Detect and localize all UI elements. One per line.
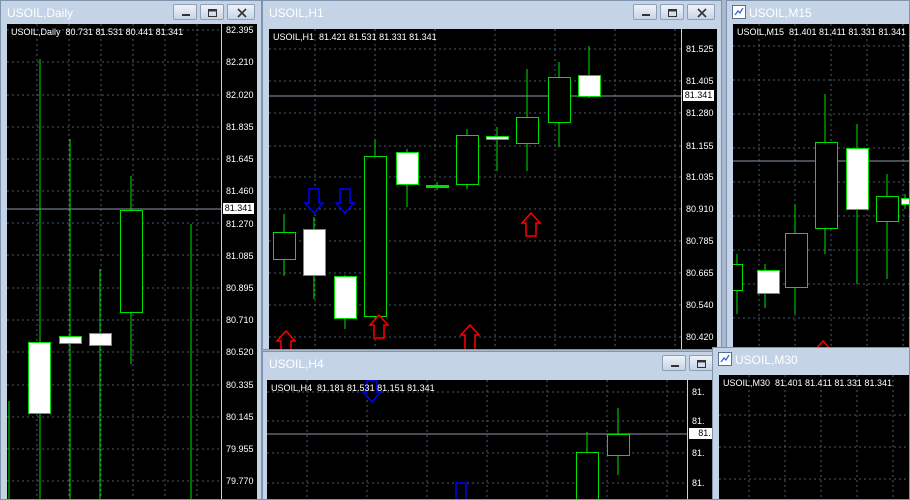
window-title: USOIL,M15 [749, 6, 812, 20]
ohlc-info: USOIL,M15 81.401 81.411 81.331 81.341 [737, 27, 906, 37]
price-tick: 81.645 [226, 154, 254, 164]
price-tick: 81.835 [226, 122, 254, 132]
chart-area-h1[interactable]: USOIL,H1 81.421 81.531 81.331 81.341 [269, 29, 681, 349]
price-tick: 80.145 [226, 412, 254, 422]
candles-m15 [733, 24, 909, 349]
price-tick: 81.155 [686, 141, 714, 151]
restore-button[interactable] [689, 355, 713, 371]
price-scale-h1: 81.525 81.405 81.280 81.155 81.035 80.91… [682, 29, 717, 349]
price-tick: 81.460 [226, 186, 254, 196]
minimize-button[interactable] [173, 4, 197, 20]
chart-area-daily[interactable]: USOIL,Daily 80.731 81.531 80.441 81.341 [7, 24, 221, 499]
price-tick: 82.210 [226, 57, 254, 67]
price-tick: 80.710 [226, 315, 254, 325]
price-tick: 81. [692, 448, 705, 458]
price-tick: 79.955 [226, 444, 254, 454]
price-tick: 82.020 [226, 90, 254, 100]
price-tick: 80.420 [686, 332, 714, 342]
price-tick: 80.895 [226, 283, 254, 293]
window-title: USOIL,Daily [7, 6, 74, 20]
price-tick: 80.335 [226, 380, 254, 390]
candles-h1 [269, 29, 681, 349]
titlebar-h1[interactable]: USOIL,H1 [263, 1, 721, 25]
price-tick: 81. [692, 416, 705, 426]
candles-h4 [267, 380, 687, 499]
candles-daily [7, 24, 221, 499]
price-tick: 80.910 [686, 204, 714, 214]
price-tick: 79.770 [226, 476, 254, 486]
price-tick: 80.665 [686, 268, 714, 278]
titlebar-m15[interactable]: USOIL,M15 [727, 1, 909, 25]
chart-window-daily[interactable]: USOIL,Daily USOIL,Daily 80.731 81.531 80… [0, 0, 262, 500]
price-tick: 81. [692, 478, 705, 488]
price-tick: 81.270 [226, 219, 254, 229]
titlebar-h4[interactable]: USOIL,H4 [263, 352, 717, 376]
chart-window-m15[interactable]: USOIL,M15 USOIL,M15 81.401 81.411 81.331… [726, 0, 910, 350]
price-tick: 81.035 [686, 172, 714, 182]
window-title: USOIL,H1 [269, 6, 324, 20]
ohlc-info: USOIL,Daily 80.731 81.531 80.441 81.341 [11, 27, 184, 37]
chart-window-icon [732, 5, 746, 24]
chart-window-h1[interactable]: USOIL,H1 USOIL,H1 81.421 81.531 81.331 8… [262, 0, 722, 350]
price-tick: 81.280 [686, 108, 714, 118]
close-button[interactable] [227, 4, 255, 20]
chart-area-m30[interactable]: USOIL,M30 81.401 81.411 81.331 81.341 [719, 375, 909, 499]
ohlc-info: USOIL,H4 81.181 81.531 81.151 81.341 [271, 383, 435, 393]
price-tick: 80.540 [686, 300, 714, 310]
candles-m30 [719, 375, 909, 499]
ohlc-info: USOIL,H1 81.421 81.531 81.331 81.341 [273, 32, 437, 42]
chart-area-h4[interactable]: USOIL,H4 81.181 81.531 81.151 81.341 [267, 380, 687, 499]
titlebar-m30[interactable]: USOIL,M30 [713, 348, 909, 372]
chart-area-m15[interactable]: USOIL,M15 81.401 81.411 81.331 81.341 [733, 24, 909, 349]
close-button[interactable] [687, 4, 715, 20]
restore-button[interactable] [660, 4, 684, 20]
restore-button[interactable] [200, 4, 224, 20]
chart-window-icon [718, 352, 732, 371]
price-tick: 82.395 [226, 25, 254, 35]
ohlc-info: USOIL,M30 81.401 81.411 81.331 81.341 [723, 378, 892, 388]
minimize-button[interactable] [662, 355, 686, 371]
price-scale-daily: 82.395 82.210 82.020 81.835 81.645 81.46… [222, 24, 257, 499]
titlebar-daily[interactable]: USOIL,Daily [1, 1, 261, 25]
minimize-button[interactable] [633, 4, 657, 20]
price-tick: 81.085 [226, 251, 254, 261]
price-tick: 80.785 [686, 236, 714, 246]
current-price-tag: 81.341 [683, 90, 714, 101]
chart-window-h4[interactable]: USOIL,H4 USOIL,H4 81.181 81.531 81.151 8… [262, 351, 718, 500]
price-tick: 81.525 [686, 44, 714, 54]
price-tick: 81. [692, 387, 705, 397]
chart-window-m30[interactable]: USOIL,M30 USOIL,M30 81.401 81.411 81.331… [712, 347, 910, 500]
price-tick: 80.520 [226, 347, 254, 357]
window-title: USOIL,H4 [269, 357, 324, 371]
current-price-tag: 81.341 [223, 203, 254, 214]
price-tick: 81.405 [686, 76, 714, 86]
window-title: USOIL,M30 [735, 353, 798, 367]
